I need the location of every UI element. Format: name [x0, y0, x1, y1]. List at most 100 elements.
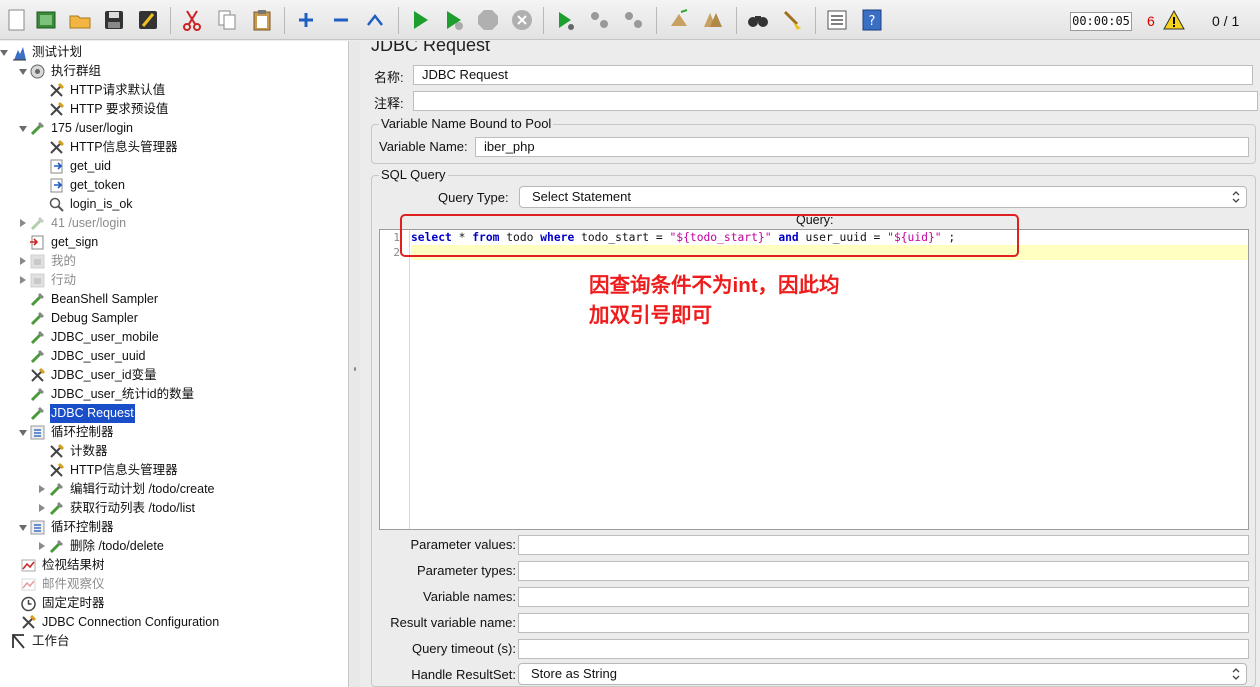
parameter-types-label: Parameter types:: [417, 563, 516, 578]
tree-expander-icon[interactable]: [36, 537, 48, 556]
pool-group-title: Variable Name Bound to Pool: [379, 116, 554, 131]
split-pane-divider[interactable]: [350, 41, 360, 687]
comment-label: 注释:: [374, 96, 404, 111]
start-no-pause-icon[interactable]: [442, 8, 466, 32]
tree-expander-icon[interactable]: [17, 119, 29, 138]
tree-expander-icon[interactable]: [17, 252, 29, 271]
tree-node[interactable]: 邮件观察仪: [8, 575, 106, 594]
annotation-text: 因查询条件不为int，因此均 加双引号即可: [589, 271, 840, 331]
tree-node-label: JDBC_user_id变量: [51, 368, 157, 382]
collapse-icon[interactable]: [329, 8, 353, 32]
help-icon[interactable]: ?: [860, 8, 884, 32]
tree-expander-icon[interactable]: [17, 423, 29, 442]
tree-node[interactable]: HTTP信息头管理器: [36, 138, 179, 157]
panel-title: JDBC Request: [371, 41, 491, 55]
templates-icon[interactable]: [34, 8, 58, 32]
tree-node[interactable]: 固定定时器: [8, 594, 106, 613]
tree-node-label: HTTP请求默认值: [70, 83, 166, 97]
tree-node[interactable]: HTTP 要求预设值: [36, 100, 169, 119]
tree-expander-icon[interactable]: [0, 43, 10, 62]
tree-node[interactable]: 行动: [17, 271, 77, 290]
tree-node[interactable]: 工作台: [0, 632, 71, 651]
tree-node[interactable]: BeanShell Sampler: [17, 290, 159, 309]
tree-node[interactable]: 计数器: [36, 442, 109, 461]
tree-node[interactable]: 获取行动列表 /todo/list: [36, 499, 196, 518]
query-type-select[interactable]: Select Statement: [519, 186, 1247, 208]
tree-node[interactable]: 41 /user/login: [17, 214, 127, 233]
save-as-icon[interactable]: [136, 8, 160, 32]
tree-node[interactable]: Debug Sampler: [17, 309, 139, 328]
test-plan-tree[interactable]: 测试计划 执行群组 HTTP请求默认值 HTTP 要求预设值 175 /user/log…: [0, 41, 349, 687]
function-helper-icon[interactable]: [825, 8, 849, 32]
tree-node[interactable]: 检视结果树: [8, 556, 106, 575]
query-timeout-field[interactable]: [518, 639, 1249, 659]
query-type-value: Select Statement: [532, 189, 631, 204]
start-icon[interactable]: [408, 8, 432, 32]
stop-icon[interactable]: [476, 8, 500, 32]
remote-start-icon[interactable]: [553, 8, 577, 32]
tree-node[interactable]: HTTP信息头管理器: [36, 461, 179, 480]
extractor-icon: [48, 177, 65, 194]
tree-node[interactable]: JDBC Request: [17, 404, 135, 423]
reset-search-icon[interactable]: [780, 8, 804, 32]
tree-expander-icon[interactable]: [17, 62, 29, 81]
parameter-types-field[interactable]: [518, 561, 1249, 581]
paste-icon[interactable]: [250, 8, 274, 32]
copy-icon[interactable]: [215, 8, 239, 32]
cut-icon[interactable]: [180, 8, 204, 32]
tree-node[interactable]: get_token: [36, 176, 126, 195]
active-threads-count: 0 / 1: [1212, 13, 1240, 29]
clear-icon[interactable]: [667, 8, 691, 32]
shutdown-icon[interactable]: [510, 8, 534, 32]
tree-node[interactable]: 175 /user/login: [17, 119, 134, 138]
name-field[interactable]: JDBC Request: [413, 65, 1253, 85]
tree-node[interactable]: get_sign: [17, 233, 99, 252]
tree-node[interactable]: 测试计划: [0, 43, 83, 62]
tree-node[interactable]: login_is_ok: [36, 195, 134, 214]
tree-node-label: 175 /user/login: [51, 121, 134, 135]
result-variable-name-field[interactable]: [518, 613, 1249, 633]
open-icon[interactable]: [68, 8, 92, 32]
variable-name-field[interactable]: iber_php: [475, 137, 1249, 157]
handle-resultset-select[interactable]: Store as String: [518, 663, 1247, 685]
tree-node[interactable]: 循环控制器: [17, 423, 115, 442]
tree-node[interactable]: JDBC Connection Configuration: [8, 613, 220, 632]
elapsed-timer: 00:00:05: [1070, 12, 1132, 31]
remote-shutdown-icon[interactable]: [622, 8, 646, 32]
tree-node[interactable]: get_uid: [36, 157, 112, 176]
tree-node[interactable]: JDBC_user_mobile: [17, 328, 160, 347]
warning-icon[interactable]: [1163, 9, 1185, 30]
tree-node[interactable]: 我的: [17, 252, 77, 271]
tree-node[interactable]: 执行群组: [17, 62, 102, 81]
line-number: 1: [393, 231, 400, 244]
toggle-icon[interactable]: [363, 8, 387, 32]
tree-expander-icon[interactable]: [17, 518, 29, 537]
remote-stop-icon[interactable]: [588, 8, 612, 32]
expand-icon[interactable]: [294, 8, 318, 32]
tree-node[interactable]: 删除 /todo/delete: [36, 537, 165, 556]
tree-expander-icon[interactable]: [36, 499, 48, 518]
tree-expander-icon[interactable]: [17, 214, 29, 233]
error-count[interactable]: 6: [1147, 13, 1155, 29]
tree-node[interactable]: 循环控制器: [17, 518, 115, 537]
tree-node-label: JDBC Request: [50, 404, 135, 423]
sampler-icon: [29, 348, 46, 365]
new-icon[interactable]: [5, 8, 29, 32]
comment-field[interactable]: [413, 91, 1258, 111]
tree-node[interactable]: JDBC_user_uuid: [17, 347, 147, 366]
search-icon[interactable]: [746, 8, 770, 32]
tree-node[interactable]: JDBC_user_id变量: [17, 366, 158, 385]
save-icon[interactable]: [102, 8, 126, 32]
clear-all-icon[interactable]: [701, 8, 725, 32]
tree-expander-icon[interactable]: [17, 271, 29, 290]
tree-expander-icon[interactable]: [36, 480, 48, 499]
variable-names-field[interactable]: [518, 587, 1249, 607]
parameter-values-field[interactable]: [518, 535, 1249, 555]
tree-node[interactable]: HTTP请求默认值: [36, 81, 166, 100]
tree-node-label: 编辑行动计划 /todo/create: [70, 482, 215, 496]
tree-node[interactable]: 编辑行动计划 /todo/create: [36, 480, 216, 499]
tree-node[interactable]: JDBC_user_统计id的数量: [17, 385, 195, 404]
